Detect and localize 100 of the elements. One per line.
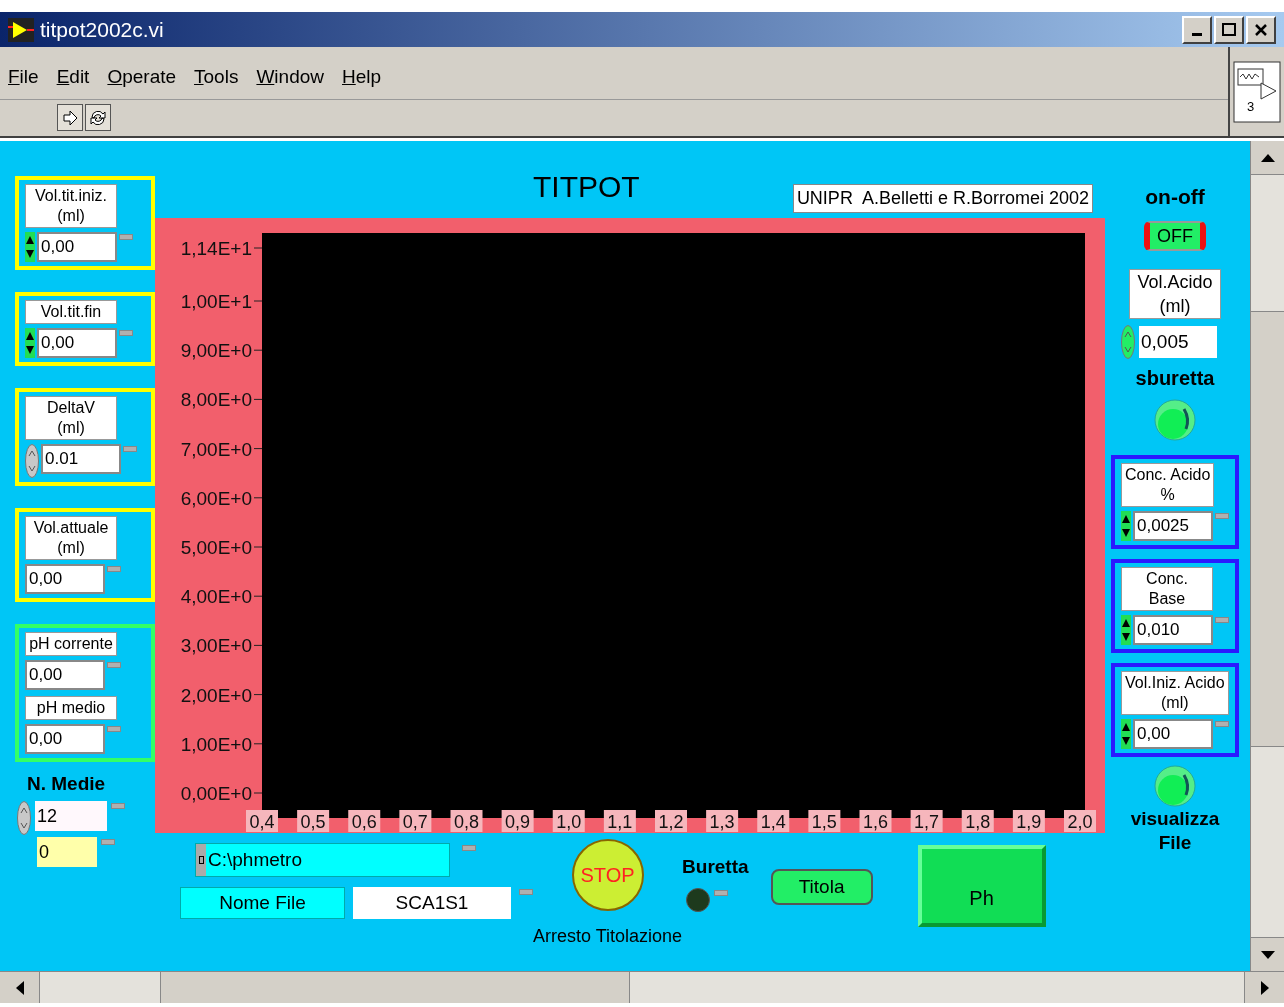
spinner-oval-icon[interactable] xyxy=(17,800,31,835)
x-tick-label: 1,6 xyxy=(859,810,892,832)
ph-button[interactable]: Ph xyxy=(917,845,1046,927)
dash-icon xyxy=(119,330,133,336)
y-tick-label: 3,00E+0 xyxy=(180,635,252,657)
titola-button[interactable]: Titola xyxy=(770,869,873,905)
close-icon xyxy=(1255,23,1267,36)
spinner-arrows-icon[interactable] xyxy=(1121,614,1131,645)
numeric-field[interactable]: 0,0025 xyxy=(1133,510,1213,541)
run-arrow-icon xyxy=(62,109,78,126)
on-off-switch[interactable]: OFF xyxy=(1144,220,1206,251)
dash-icon xyxy=(101,838,115,845)
spinner-arrows-icon[interactable] xyxy=(1121,718,1131,749)
y-tick-label: 6,00E+0 xyxy=(180,487,252,509)
dash-icon xyxy=(462,845,476,851)
y-tick-label: 5,00E+0 xyxy=(180,537,252,558)
file-name-field[interactable]: SCA1S1 xyxy=(353,887,511,919)
y-tick-label: 9,00E+0 xyxy=(180,340,252,362)
menu-item[interactable]: Edit xyxy=(56,62,90,92)
x-tick-label: 1,9 xyxy=(1012,810,1045,832)
control-label: pH corrente xyxy=(25,632,117,656)
dash-icon xyxy=(1215,720,1229,727)
dash-icon xyxy=(119,234,133,240)
buretta-label: Buretta xyxy=(682,855,749,879)
x-tick-label: 0,9 xyxy=(501,810,534,832)
close-button[interactable] xyxy=(1246,15,1276,44)
control-label: Vol.Iniz. Acido (ml) xyxy=(1121,670,1229,715)
vi-connector-icon: 3 xyxy=(1233,60,1281,123)
menu-item[interactable]: Window xyxy=(256,62,324,92)
sburetta-button[interactable] xyxy=(1154,398,1196,441)
horizontal-scrollbar[interactable] xyxy=(0,971,1284,1003)
x-tick-label: 0,4 xyxy=(246,810,278,832)
x-tick-label: 1,7 xyxy=(910,810,943,832)
maximize-icon xyxy=(1222,23,1236,36)
window-title: titpot2002c.vi xyxy=(40,16,165,43)
dash-icon xyxy=(519,889,533,895)
menu-item[interactable]: Tools xyxy=(194,62,239,92)
x-tick-label: 1,5 xyxy=(808,810,841,832)
dash-icon xyxy=(123,446,137,452)
x-tick-label: 0,8 xyxy=(450,810,483,832)
y-tick-label: 8,00E+0 xyxy=(180,389,252,411)
control-label: Vol.attuale (ml) xyxy=(25,516,117,560)
spinner-arrows-icon[interactable] xyxy=(25,232,35,262)
control-label: pH medio xyxy=(25,696,117,720)
panel-title: TITPOT xyxy=(533,169,640,205)
minimize-icon xyxy=(1192,33,1202,36)
numeric-field[interactable]: 0.01 xyxy=(41,444,121,474)
numeric-field[interactable]: 0,010 xyxy=(1133,614,1213,645)
control-label: Conc. Base xyxy=(1121,566,1213,611)
spinner-oval-icon[interactable] xyxy=(1121,324,1135,359)
numeric-field[interactable]: 0,00 xyxy=(25,660,105,690)
x-tick-label: 1,8 xyxy=(961,810,994,832)
y-tick-label: 7,00E+0 xyxy=(180,438,252,460)
vertical-scrollbar[interactable] xyxy=(1250,141,1284,971)
vi-icon xyxy=(8,17,34,42)
control-label: Vol.Acido (ml) xyxy=(1129,268,1221,319)
numeric-field[interactable]: 0,005 xyxy=(1139,325,1217,358)
dash-icon xyxy=(107,566,121,572)
sburetta-label: sburetta xyxy=(1135,365,1215,391)
y-tick-label: 1,00E+0 xyxy=(180,733,252,755)
y-tick-label: 4,00E+0 xyxy=(180,586,252,608)
visualizza-button[interactable] xyxy=(1154,764,1196,807)
numeric-field[interactable]: 0,00 xyxy=(25,564,105,594)
credit-label: UNIPR A.Belletti e R.Borromei 2002 xyxy=(792,184,1093,213)
control-label: DeltaV (ml) xyxy=(25,396,117,440)
numeric-field[interactable]: 0,00 xyxy=(37,232,117,262)
numeric-field[interactable]: 0,00 xyxy=(37,328,117,358)
y-tick-label: 1,14E+1 xyxy=(180,238,252,259)
switch-label: on-off xyxy=(1145,184,1205,210)
minimize-button[interactable] xyxy=(1182,15,1212,44)
spinner-arrows-icon[interactable] xyxy=(25,328,35,358)
n-medie-label: N. Medie xyxy=(27,772,107,796)
numeric-field[interactable]: 0,00 xyxy=(1133,718,1213,749)
x-tick-label: 1,1 xyxy=(603,810,636,832)
x-tick-label: 1,4 xyxy=(757,810,790,832)
x-tick-label: 0,5 xyxy=(297,810,330,832)
circular-arrows-icon xyxy=(89,108,107,127)
dash-icon xyxy=(1215,616,1229,623)
menu-item[interactable]: Operate xyxy=(107,62,177,92)
y-tick-label: 0,00E+0 xyxy=(180,783,252,804)
run-continuously-button[interactable] xyxy=(85,104,111,131)
x-tick-label: 1,3 xyxy=(706,810,739,832)
path-field[interactable]: C:\phmetro xyxy=(195,843,450,877)
run-arrow-button[interactable] xyxy=(57,104,83,131)
y-tick-label: 2,00E+0 xyxy=(180,684,252,706)
x-tick-label: 2,0 xyxy=(1064,810,1096,832)
numeric-field[interactable]: 0,00 xyxy=(25,724,105,754)
stop-caption: Arresto Titolazione xyxy=(533,925,683,948)
menu-item[interactable]: File xyxy=(8,62,39,92)
spinner-oval-icon[interactable] xyxy=(25,444,39,478)
maximize-button[interactable] xyxy=(1214,15,1244,44)
count-indicator: 0 xyxy=(37,836,97,867)
path-browse-icon[interactable] xyxy=(196,844,206,876)
menu-item[interactable]: Help xyxy=(342,62,382,92)
dash-icon xyxy=(107,726,121,732)
dash-icon xyxy=(111,802,125,809)
spinner-arrows-icon[interactable] xyxy=(1121,510,1131,541)
control-label: Vol.tit.fin xyxy=(25,300,117,324)
numeric-field[interactable]: 12 xyxy=(35,800,107,831)
file-name-button[interactable]: Nome File xyxy=(180,887,345,919)
